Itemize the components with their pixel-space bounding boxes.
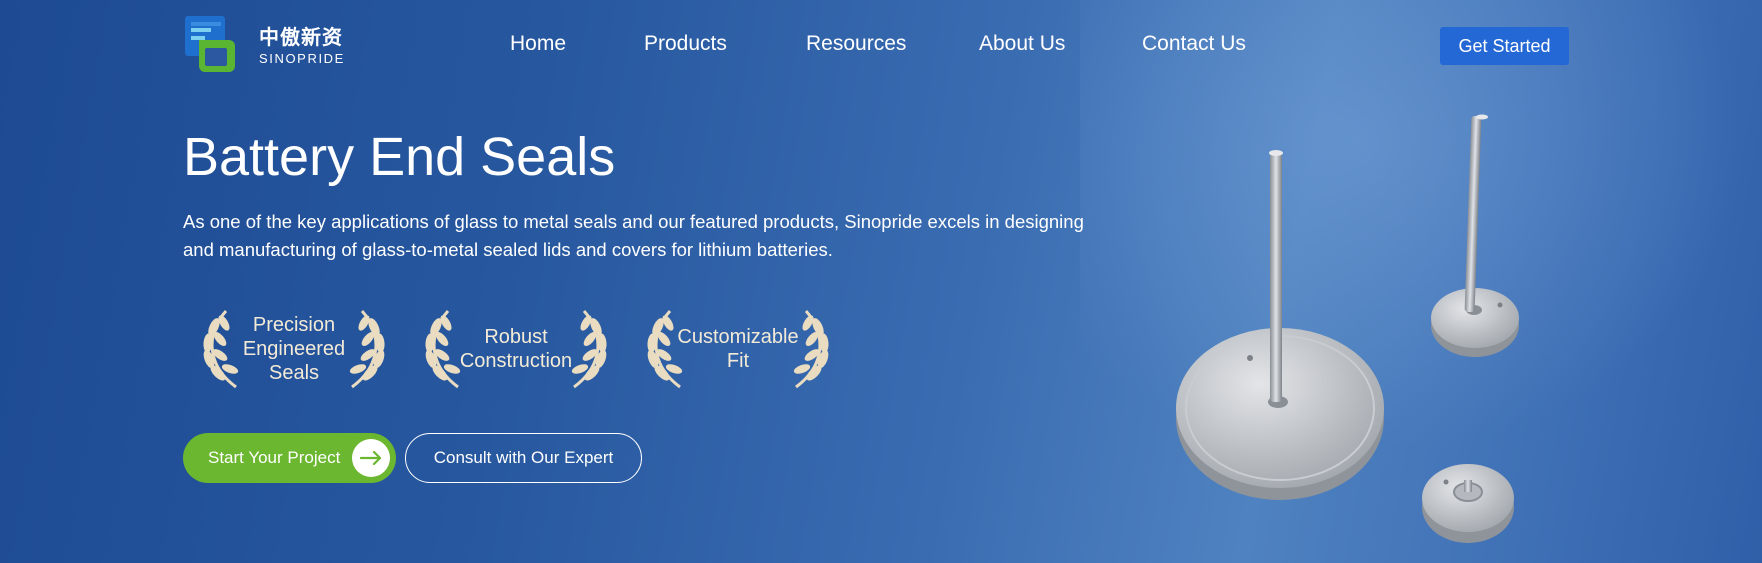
consult-expert-button[interactable]: Consult with Our Expert [405,433,642,483]
brand-name-cn: 中傲新资 [259,25,343,49]
badge-precision: Precision Engineered Seals [196,303,392,393]
arrow-right-icon [352,439,390,477]
start-project-button[interactable]: Start Your Project [183,433,396,483]
badge-label: Robust Construction [459,326,573,372]
nav-item-home[interactable]: Home [510,32,566,56]
get-started-button[interactable]: Get Started [1440,27,1569,65]
nav-item-contact-us[interactable]: Contact Us [1142,32,1246,56]
badge-robust: Robust Construction [418,303,614,393]
hero-description: As one of the key applications of glass … [183,211,1084,260]
badge-label: Customizable Fit [677,326,799,372]
start-project-label: Start Your Project [208,448,341,467]
badge-label: Precision Engineered Seals [242,314,346,384]
brand-name-en: SINOPRIDE [259,51,345,66]
sinopride-logo-icon [183,14,247,78]
nav-item-resources[interactable]: Resources [806,32,906,56]
nav-item-products[interactable]: Products [644,32,727,56]
badge-customizable: Customizable Fit [640,303,836,393]
nav-item-about-us[interactable]: About Us [979,32,1065,56]
hero-title: Battery End Seals [183,127,616,187]
brand-logo[interactable]: 中傲新资 SINOPRIDE [183,14,343,78]
battery-end-seals-image [1176,114,1519,543]
